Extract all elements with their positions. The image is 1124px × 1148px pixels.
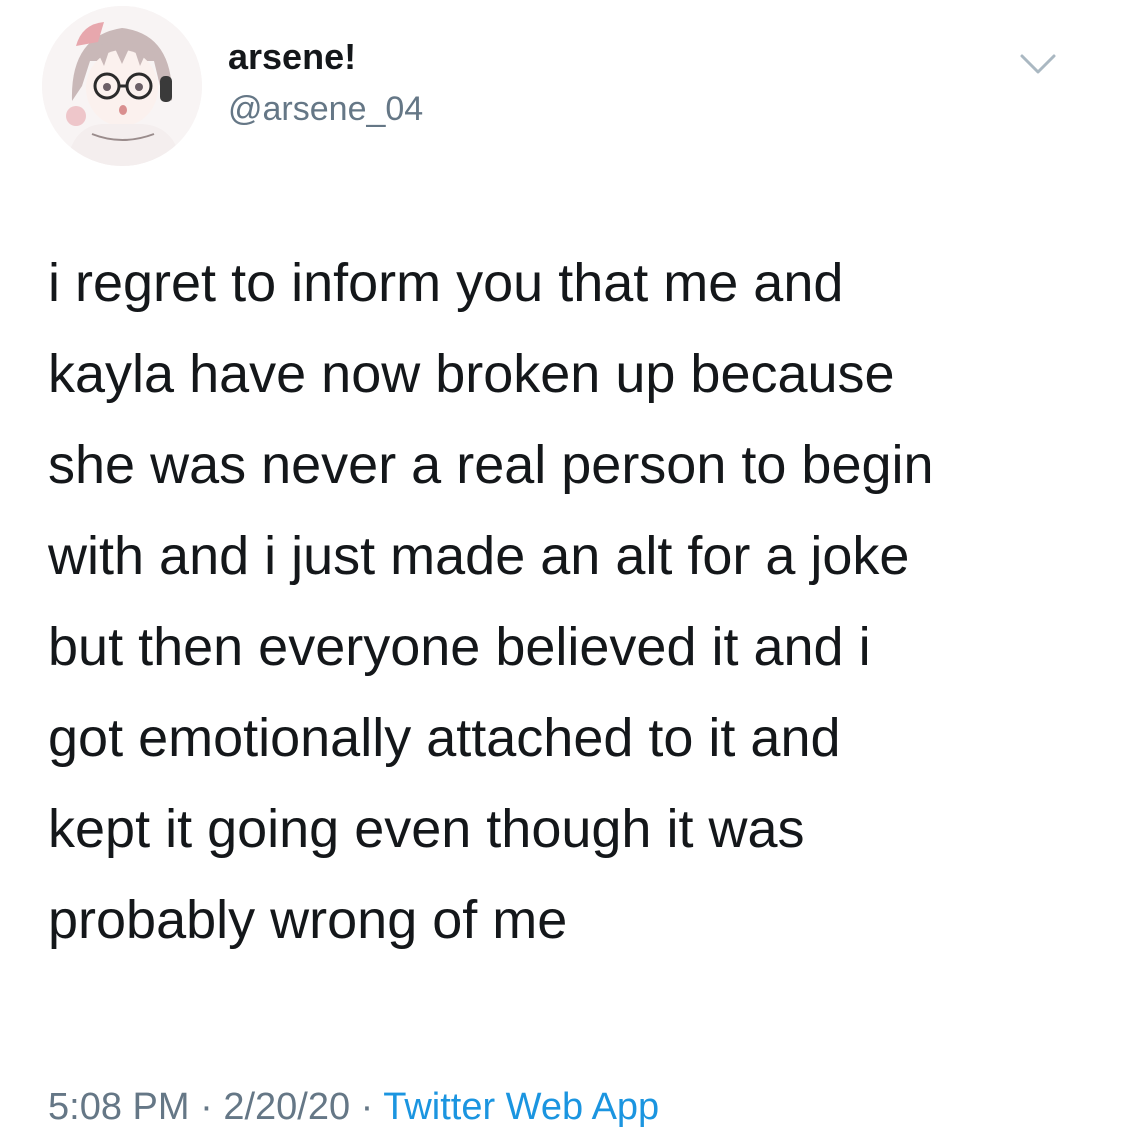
tweet-text: i regret to inform you that me and kayla… — [48, 253, 934, 950]
tweet-time[interactable]: 5:08 PM — [48, 1086, 190, 1128]
tweet-card: arsene! @arsene_04 i regret to inform yo… — [0, 0, 1124, 1148]
user-handle[interactable]: @arsene_04 — [228, 90, 423, 129]
tweet-date[interactable]: 2/20/20 — [223, 1086, 350, 1128]
tweet-source-link[interactable]: Twitter Web App — [383, 1086, 659, 1128]
tweet-meta: 5:08 PM · 2/20/20 · Twitter Web App — [48, 1086, 659, 1129]
display-name[interactable]: arsene! — [228, 36, 356, 78]
meta-separator: · — [350, 1086, 384, 1128]
meta-separator: · — [189, 1086, 224, 1128]
avatar[interactable] — [42, 6, 202, 166]
chevron-down-icon[interactable] — [1018, 52, 1058, 76]
anime-girl-avatar-icon — [42, 6, 202, 166]
